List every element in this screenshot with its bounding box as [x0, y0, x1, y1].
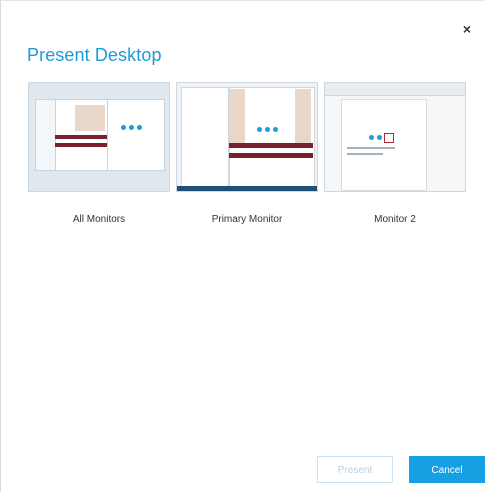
- preview-dot: [265, 127, 270, 132]
- dialog-title: Present Desktop: [27, 45, 162, 65]
- cancel-button[interactable]: Cancel: [409, 456, 485, 483]
- monitor-label-2: Monitor 2: [374, 214, 416, 225]
- preview-dot: [129, 125, 134, 130]
- monitor-thumbnail-all[interactable]: [28, 82, 170, 192]
- monitor-thumbnail-primary[interactable]: [176, 82, 318, 192]
- preview-document: [341, 99, 427, 191]
- monitor-thumbnail-2[interactable]: [324, 82, 466, 192]
- preview-highlight: [384, 133, 394, 143]
- monitor-label-primary: Primary Monitor: [211, 214, 283, 225]
- preview-dot: [369, 135, 374, 140]
- preview-panel: [75, 105, 105, 131]
- preview-stripe: [229, 143, 313, 148]
- close-icon[interactable]: ×: [459, 21, 475, 37]
- preview-dot: [121, 125, 126, 130]
- preview-sidebar: [181, 87, 229, 189]
- preview-dot: [377, 135, 382, 140]
- preview-dot: [273, 127, 278, 132]
- screen-preview-right: [107, 99, 165, 171]
- present-button[interactable]: Present: [317, 456, 393, 483]
- preview-panel: [229, 89, 245, 143]
- preview-panel: [295, 89, 311, 143]
- preview-ribbon: [325, 83, 465, 96]
- preview-taskbar: [177, 186, 317, 191]
- monitor-label-all: All Monitors: [72, 214, 126, 225]
- preview-dot: [257, 127, 262, 132]
- preview-text-line: [347, 153, 383, 155]
- screen-preview-left: [35, 99, 57, 171]
- preview-dot: [137, 125, 142, 130]
- preview-stripe: [229, 153, 313, 158]
- present-desktop-dialog: × Present Desktop All Monitors Primary M…: [0, 0, 485, 492]
- preview-text-line: [347, 147, 395, 149]
